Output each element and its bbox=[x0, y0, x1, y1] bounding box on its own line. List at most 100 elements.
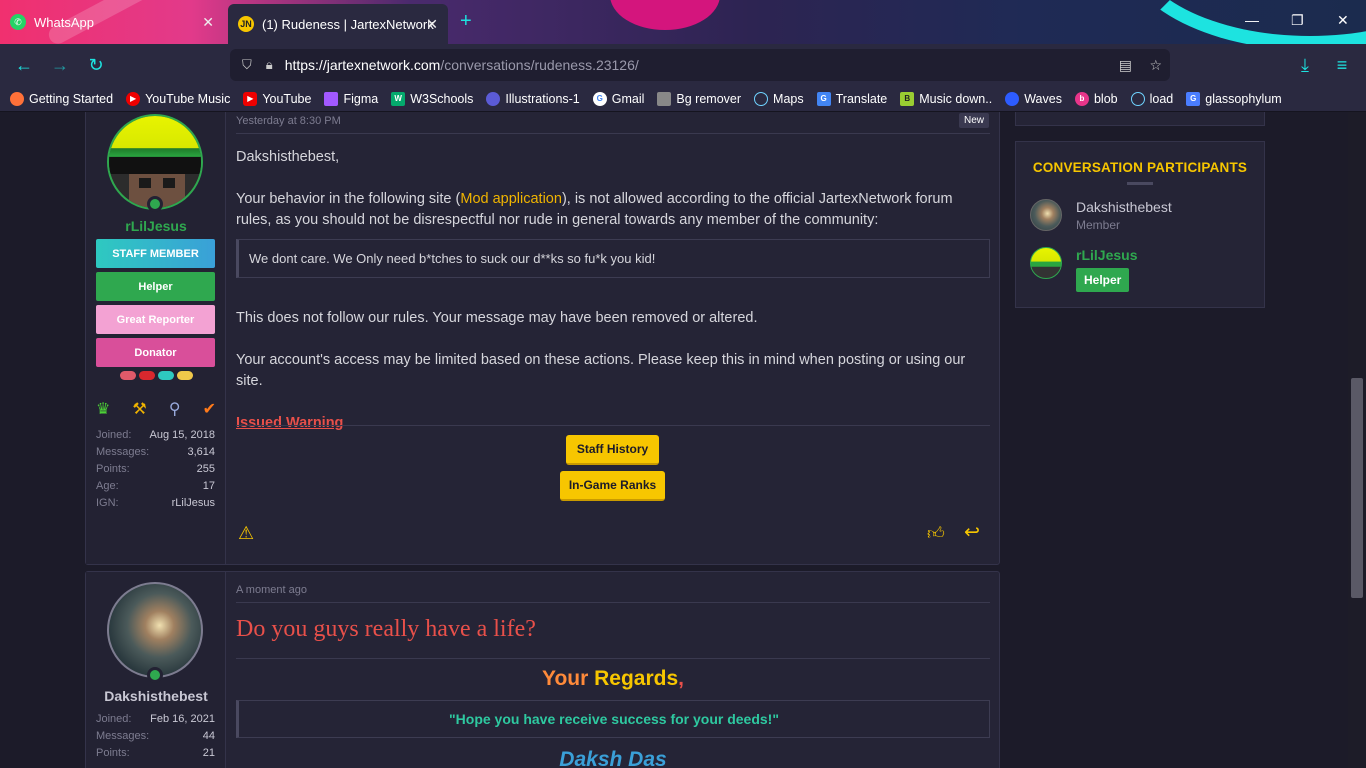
nav-bar: ← → ↻ ⛉ 🔒︎ https://jartexnetwork.com/con… bbox=[0, 44, 1366, 86]
google-icon: G bbox=[592, 91, 607, 106]
message-body: Yesterday at 8:30 PM bbox=[236, 115, 990, 127]
like-icon[interactable]: 👍︎ bbox=[927, 523, 945, 544]
bookmark-item[interactable]: G Translate bbox=[816, 91, 887, 106]
tab-whatsapp[interactable]: ✆ WhatsApp ✕ bbox=[0, 4, 224, 40]
post-timestamp[interactable]: A moment ago bbox=[236, 584, 990, 596]
mod-application-link[interactable]: Mod application bbox=[460, 191, 562, 207]
badge-helper: Helper bbox=[96, 272, 215, 301]
blob-icon: b bbox=[1074, 91, 1089, 106]
globe-icon bbox=[1130, 91, 1145, 106]
lock-icon: 🔒︎ bbox=[265, 57, 273, 72]
participant[interactable]: Dakshisthebest Member bbox=[1030, 199, 1172, 232]
user-stats: Joined: Aug 15, 2018 Messages: 3,614 Point… bbox=[96, 428, 215, 509]
message-body: A moment ago bbox=[236, 584, 990, 596]
download-icon[interactable]: ⤓ bbox=[1293, 53, 1317, 77]
bookmark-item[interactable]: B Music down.. bbox=[900, 91, 992, 106]
message-post: Dakshisthebest Joined: Feb 16, 2021 Messa… bbox=[85, 571, 1000, 768]
message-post: rLilJesus STAFF MEMBER Helper Great Repo… bbox=[85, 112, 1000, 565]
sidebar-top-fragment bbox=[1015, 112, 1265, 126]
bookmark-item[interactable]: Gglassophylum bbox=[1186, 91, 1282, 106]
translate-icon: G bbox=[816, 91, 831, 106]
magnifier-icon[interactable]: ⚲ bbox=[169, 399, 181, 419]
badge-donator: Donator bbox=[96, 338, 215, 367]
url-path: /conversations/rudeness.23126/ bbox=[440, 57, 639, 73]
reload-icon[interactable]: ↻ bbox=[84, 53, 108, 77]
maximize-icon[interactable]: ❐ bbox=[1291, 12, 1304, 29]
bookmark-item[interactable]: Figma bbox=[324, 91, 378, 106]
menu-icon[interactable]: ≡ bbox=[1330, 53, 1354, 77]
check-icon[interactable]: ✔ bbox=[203, 399, 216, 419]
bookmark-item[interactable]: Illustrations-1 bbox=[486, 91, 580, 106]
hammer-icon[interactable]: ⚒ bbox=[132, 399, 146, 419]
in-game-ranks-button[interactable]: In-Game Ranks bbox=[560, 471, 665, 501]
figma-icon bbox=[324, 91, 339, 106]
bookmark-item[interactable]: G Gmail bbox=[592, 91, 644, 106]
tab-label: WhatsApp bbox=[34, 14, 94, 30]
signature-quote: "Hope you have receive success for your … bbox=[236, 700, 990, 738]
bookmark-item[interactable]: ▶ YouTube Music bbox=[126, 91, 230, 106]
reader-icon[interactable]: ▤ bbox=[1119, 57, 1132, 74]
close-icon[interactable]: ✕ bbox=[202, 14, 214, 31]
user-sidebar: rLilJesus STAFF MEMBER Helper Great Repo… bbox=[86, 112, 226, 564]
badge-great-reporter: Great Reporter bbox=[96, 305, 215, 334]
report-icon[interactable]: ⚠ bbox=[238, 523, 254, 544]
globe-icon bbox=[754, 91, 769, 106]
conversation-participants: CONVERSATION PARTICIPANTS Dakshisthebest… bbox=[1015, 141, 1265, 308]
participant-role: Member bbox=[1076, 218, 1121, 232]
badge-dots bbox=[120, 371, 193, 380]
bookmark-item[interactable]: Maps bbox=[754, 91, 804, 106]
window-close-icon[interactable]: ✕ bbox=[1337, 12, 1349, 29]
bookmark-item[interactable]: Getting Started bbox=[10, 91, 113, 106]
music-download-icon: B bbox=[900, 91, 915, 106]
new-tab-icon[interactable]: + bbox=[460, 10, 472, 33]
bookmark-item[interactable]: W W3Schools bbox=[391, 91, 473, 106]
bookmark-item[interactable]: b blob bbox=[1074, 91, 1118, 106]
participant-name[interactable]: rLilJesus bbox=[1076, 247, 1137, 263]
paragraph: Your behavior in the following site (Mod… bbox=[236, 191, 953, 228]
sidebar-title: CONVERSATION PARTICIPANTS bbox=[1032, 160, 1248, 175]
user-stats: Joined: Feb 16, 2021 Messages: 44 Points: 2… bbox=[96, 712, 215, 759]
bookmark-item[interactable]: ▶ YouTube bbox=[243, 91, 311, 106]
close-icon[interactable]: ✕ bbox=[426, 16, 438, 33]
waves-icon bbox=[1005, 91, 1020, 106]
scrollbar-thumb[interactable] bbox=[1351, 378, 1363, 598]
minimize-icon[interactable]: — bbox=[1245, 12, 1259, 28]
bookmark-item[interactable]: Waves bbox=[1005, 91, 1062, 106]
forward-icon[interactable]: → bbox=[48, 53, 72, 77]
paragraph: This does not follow our rules. Your mes… bbox=[236, 310, 758, 326]
staff-history-button[interactable]: Staff History bbox=[566, 435, 659, 465]
avatar bbox=[1030, 247, 1062, 279]
star-icon[interactable]: ☆ bbox=[1149, 57, 1162, 74]
whatsapp-icon: ✆ bbox=[10, 14, 26, 30]
illustrations-icon bbox=[486, 91, 501, 106]
post-timestamp[interactable]: Yesterday at 8:30 PM bbox=[236, 115, 990, 127]
tab-label: (1) Rudeness | JartexNetwork bbox=[262, 16, 434, 32]
username[interactable]: rLilJesus bbox=[86, 218, 226, 234]
trophy-icon[interactable]: ♛ bbox=[96, 399, 110, 419]
greeting: Dakshisthebest, bbox=[236, 149, 340, 165]
online-indicator bbox=[147, 667, 163, 683]
url-domain: https://jartexnetwork.com bbox=[284, 57, 441, 73]
issued-warning-link[interactable]: Issued Warning bbox=[236, 413, 990, 434]
participant[interactable]: rLilJesus Helper bbox=[1030, 247, 1137, 292]
firefox-icon bbox=[10, 91, 24, 106]
participant-name[interactable]: Dakshisthebest bbox=[1076, 199, 1172, 215]
back-icon[interactable]: ← bbox=[12, 53, 36, 77]
w3schools-icon: W bbox=[391, 91, 406, 106]
bookmark-item[interactable]: load bbox=[1130, 91, 1173, 106]
username[interactable]: Dakshisthebest bbox=[86, 688, 226, 704]
bookmark-item[interactable]: Bg remover bbox=[657, 91, 741, 106]
youtube-music-icon: ▶ bbox=[126, 91, 141, 106]
signature-name: Daksh Das bbox=[559, 748, 667, 768]
address-bar[interactable]: ⛉ 🔒︎ https://jartexnetwork.com/conversat… bbox=[230, 49, 1170, 81]
message-text: Dakshisthebest, Your behavior in the fol… bbox=[236, 147, 990, 434]
tab-jartex[interactable]: JN (1) Rudeness | JartexNetwork ✕ bbox=[228, 4, 448, 44]
reply-icon[interactable]: ↩ bbox=[964, 521, 980, 544]
glasso-icon: G bbox=[1186, 91, 1201, 106]
avatar[interactable] bbox=[107, 582, 203, 678]
quote-block: We dont care. We Only need b*tches to su… bbox=[236, 239, 990, 278]
paragraph: Your account's access may be limited bas… bbox=[236, 352, 966, 389]
scrollbar[interactable] bbox=[1348, 112, 1366, 768]
headline: Do you guys really have a life? bbox=[236, 616, 536, 642]
bookmarks-bar: Getting Started ▶ YouTube Music ▶ YouTube … bbox=[0, 86, 1366, 112]
